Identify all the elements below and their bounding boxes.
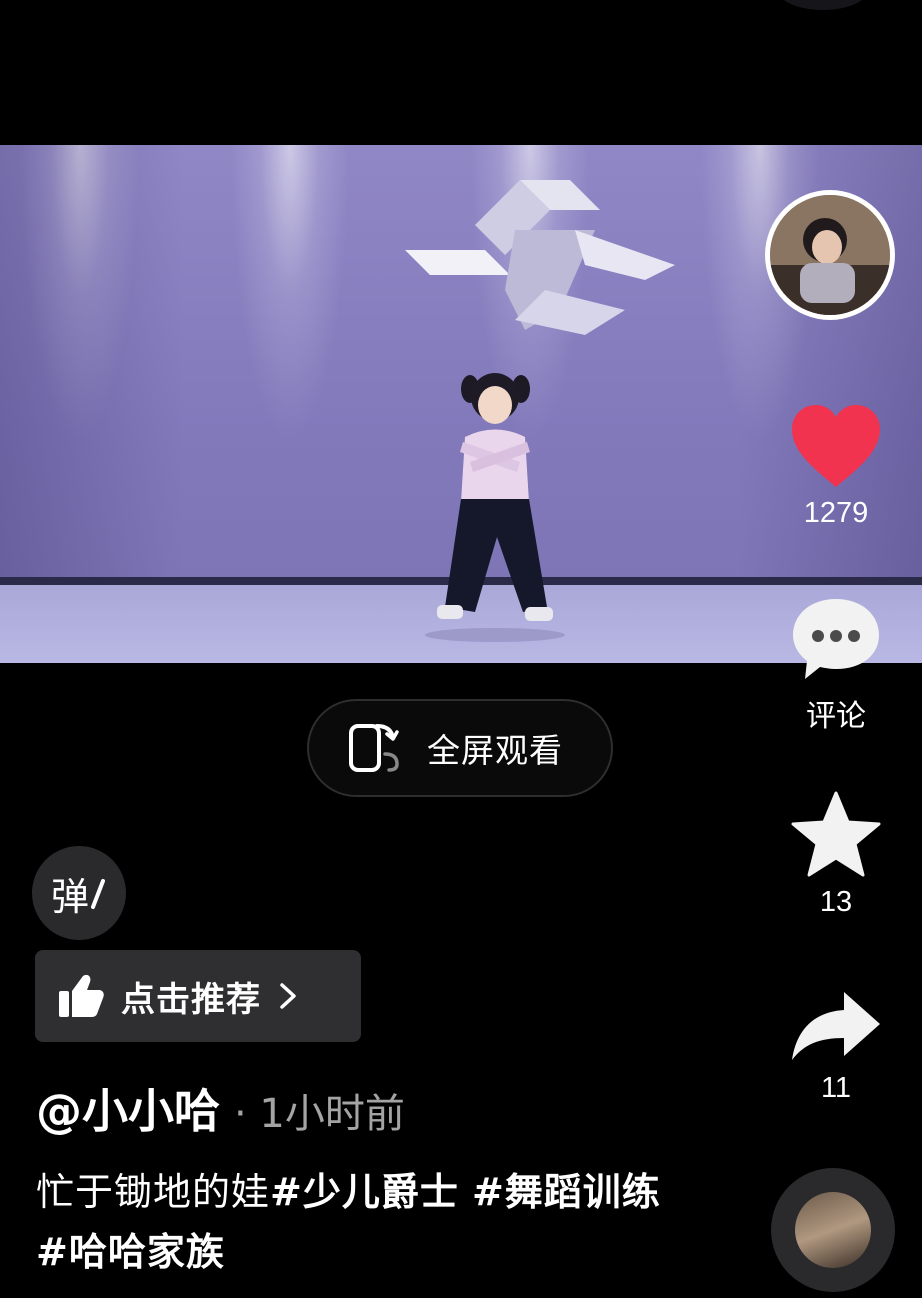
hashtag[interactable]: #哈哈家族	[36, 1230, 225, 1274]
danmu-label: 弹	[50, 874, 89, 919]
like-button[interactable]: 1279	[781, 403, 891, 530]
favorite-count: 13	[819, 886, 853, 918]
author-avatar[interactable]	[765, 190, 895, 320]
avatar-image	[770, 195, 890, 315]
chevron-right-icon	[280, 983, 296, 1009]
music-cover-image	[795, 1192, 871, 1268]
post-caption: 忙于锄地的娃#少儿爵士 #舞蹈训练 #哈哈家族	[36, 1162, 676, 1282]
previous-item-edge	[778, 0, 868, 10]
danmu-slash-icon	[91, 879, 105, 909]
comment-label: 评论	[806, 699, 866, 734]
studio-logo-icon	[405, 180, 675, 335]
share-button[interactable]: 11	[781, 988, 891, 1105]
rotate-screen-icon	[349, 724, 399, 772]
favorite-button[interactable]: 13	[781, 790, 891, 919]
danmu-toggle-button[interactable]: 弹	[32, 846, 126, 940]
hashtag[interactable]: #舞蹈训练	[472, 1170, 661, 1214]
comment-button[interactable]: 评论	[781, 595, 891, 735]
avatar-photo-icon	[770, 195, 890, 315]
recommend-label: 点击推荐	[121, 979, 261, 1020]
author-line: @小小哈 · 1小时前	[36, 1075, 405, 1141]
hashtag[interactable]: #少儿爵士	[270, 1170, 459, 1214]
post-time: · 1小时前	[234, 1091, 405, 1137]
dancer-figure	[425, 373, 565, 642]
recommend-button[interactable]: 点击推荐	[35, 950, 361, 1042]
share-arrow-icon	[792, 992, 880, 1060]
author-name[interactable]: @小小哈	[36, 1075, 220, 1141]
heart-icon	[792, 405, 880, 487]
fullscreen-label: 全屏观看	[427, 731, 563, 770]
thumbs-up-icon	[59, 974, 104, 1017]
star-icon	[791, 791, 881, 877]
music-disc[interactable]	[771, 1168, 895, 1292]
fullscreen-button[interactable]: 全屏观看	[307, 699, 613, 797]
comment-bubble-icon	[793, 599, 879, 679]
caption-text: 忙于锄地的娃	[36, 1170, 271, 1214]
share-count: 11	[820, 1072, 852, 1104]
like-count: 1279	[803, 497, 869, 529]
